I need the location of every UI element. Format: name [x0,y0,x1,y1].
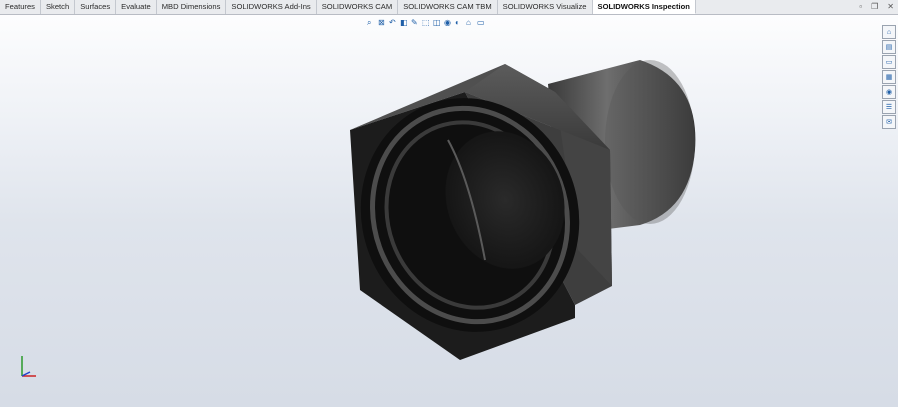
reference-triad [21,356,36,377]
graphics-area[interactable] [0,0,898,407]
